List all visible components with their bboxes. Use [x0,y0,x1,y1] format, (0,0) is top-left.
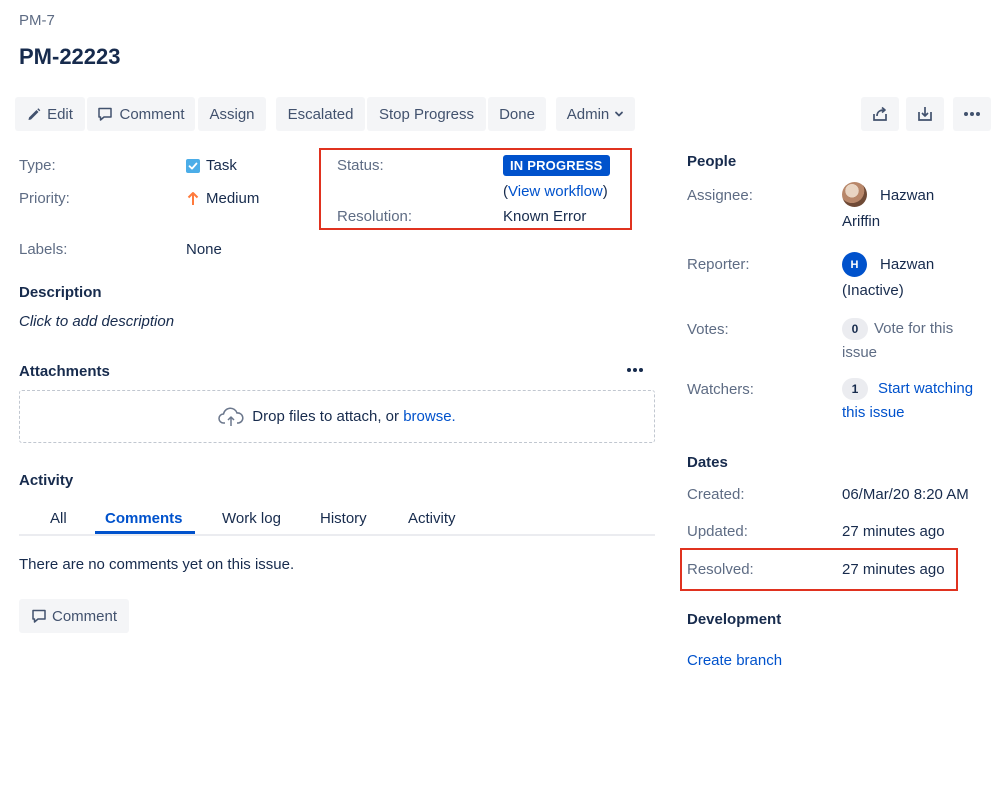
activity-title: Activity [19,472,74,489]
assignee-first-name[interactable]: Hazwan [880,187,934,204]
votes-count-badge: 0 [842,318,868,340]
task-icon [186,158,200,173]
share-icon [871,105,889,123]
no-comments-message: There are no comments yet on this issue. [19,556,295,573]
type-text: Task [206,157,237,174]
people-title: People [687,153,737,170]
vote-link-line2: issue [842,344,878,361]
upload-cloud-icon [218,407,244,427]
stop-progress-label: Stop Progress [378,105,475,123]
comment-label: Comment [119,105,185,123]
edit-label: Edit [47,105,73,123]
tab-activity[interactable]: Activity [408,510,456,527]
comment-icon [97,106,113,122]
labels-label: Labels: [19,241,68,258]
watchers-count-badge[interactable]: 1 [842,378,868,400]
breadcrumb-parent[interactable]: PM-7 [19,12,55,29]
add-comment-button[interactable]: Comment [19,599,129,633]
watchers-value: 1 Start watching [842,378,973,400]
avatar [842,182,867,207]
tab-comments[interactable]: Comments [105,510,183,527]
tab-work-log[interactable]: Work log [222,510,281,527]
drop-text: Drop files to attach, or [252,408,400,425]
attachments-title: Attachments [19,363,110,380]
done-label: Done [499,105,535,123]
assignee-last-name[interactable]: Ariffin [842,213,880,230]
start-watching-link-line2[interactable]: this issue [842,404,905,421]
updated-value: 27 minutes ago [842,523,945,540]
resolved-highlight-box [680,548,958,591]
admin-dropdown-button[interactable]: Admin [556,97,635,131]
assignee-label: Assignee: [687,187,753,204]
more-actions-button[interactable] [953,97,991,131]
admin-label: Admin [566,105,610,123]
export-icon [916,105,934,123]
watchers-label: Watchers: [687,381,754,398]
edit-button[interactable]: Edit [15,97,85,131]
assign-button[interactable]: Assign [198,97,266,131]
active-tab-indicator [95,531,195,534]
attachment-dropzone[interactable]: Drop files to attach, or browse. [19,390,655,443]
reporter-first-name[interactable]: Hazwan [880,256,934,273]
issue-key-title: PM-22223 [19,44,121,69]
priority-up-icon [186,191,200,206]
pencil-icon [27,107,41,121]
assign-label: Assign [209,105,255,123]
created-value: 06/Mar/20 8:20 AM [842,486,969,503]
chevron-down-icon [614,109,624,119]
create-branch-link[interactable]: Create branch [687,652,782,669]
vote-link-line1: Vote for this [874,319,954,337]
start-watching-link[interactable]: Start watching [878,380,973,397]
votes-label: Votes: [687,321,729,338]
priority-value: Medium [186,190,259,207]
escalated-label: Escalated [287,105,354,123]
escalated-button[interactable]: Escalated [276,97,365,131]
dates-title: Dates [687,454,728,471]
stop-progress-button[interactable]: Stop Progress [367,97,486,131]
attachments-more-button[interactable] [626,364,644,376]
browse-link[interactable]: browse. [403,408,456,425]
reporter-status[interactable]: (Inactive) [842,282,904,299]
tab-all[interactable]: All [50,510,67,527]
export-button[interactable] [906,97,944,131]
description-placeholder[interactable]: Click to add description [19,313,174,330]
votes-value: 0 Vote for this [842,318,953,340]
labels-value[interactable]: None [186,241,222,258]
created-label: Created: [687,486,745,503]
add-comment-label: Comment [51,607,118,625]
comment-icon [31,608,47,624]
more-icon [626,364,644,376]
comment-button[interactable]: Comment [87,97,195,131]
avatar: H [842,252,867,277]
description-title: Description [19,284,102,301]
tab-divider [19,534,655,536]
priority-text: Medium [206,190,260,207]
status-highlight-box [319,148,632,230]
updated-label: Updated: [687,523,748,540]
share-button[interactable] [861,97,899,131]
done-button[interactable]: Done [488,97,546,131]
development-title: Development [687,611,782,628]
type-label: Type: [19,157,56,174]
reporter-label: Reporter: [687,256,750,273]
more-icon [963,111,981,117]
priority-label: Priority: [19,190,70,207]
tab-history[interactable]: History [320,510,367,527]
type-value: Task [186,157,237,174]
